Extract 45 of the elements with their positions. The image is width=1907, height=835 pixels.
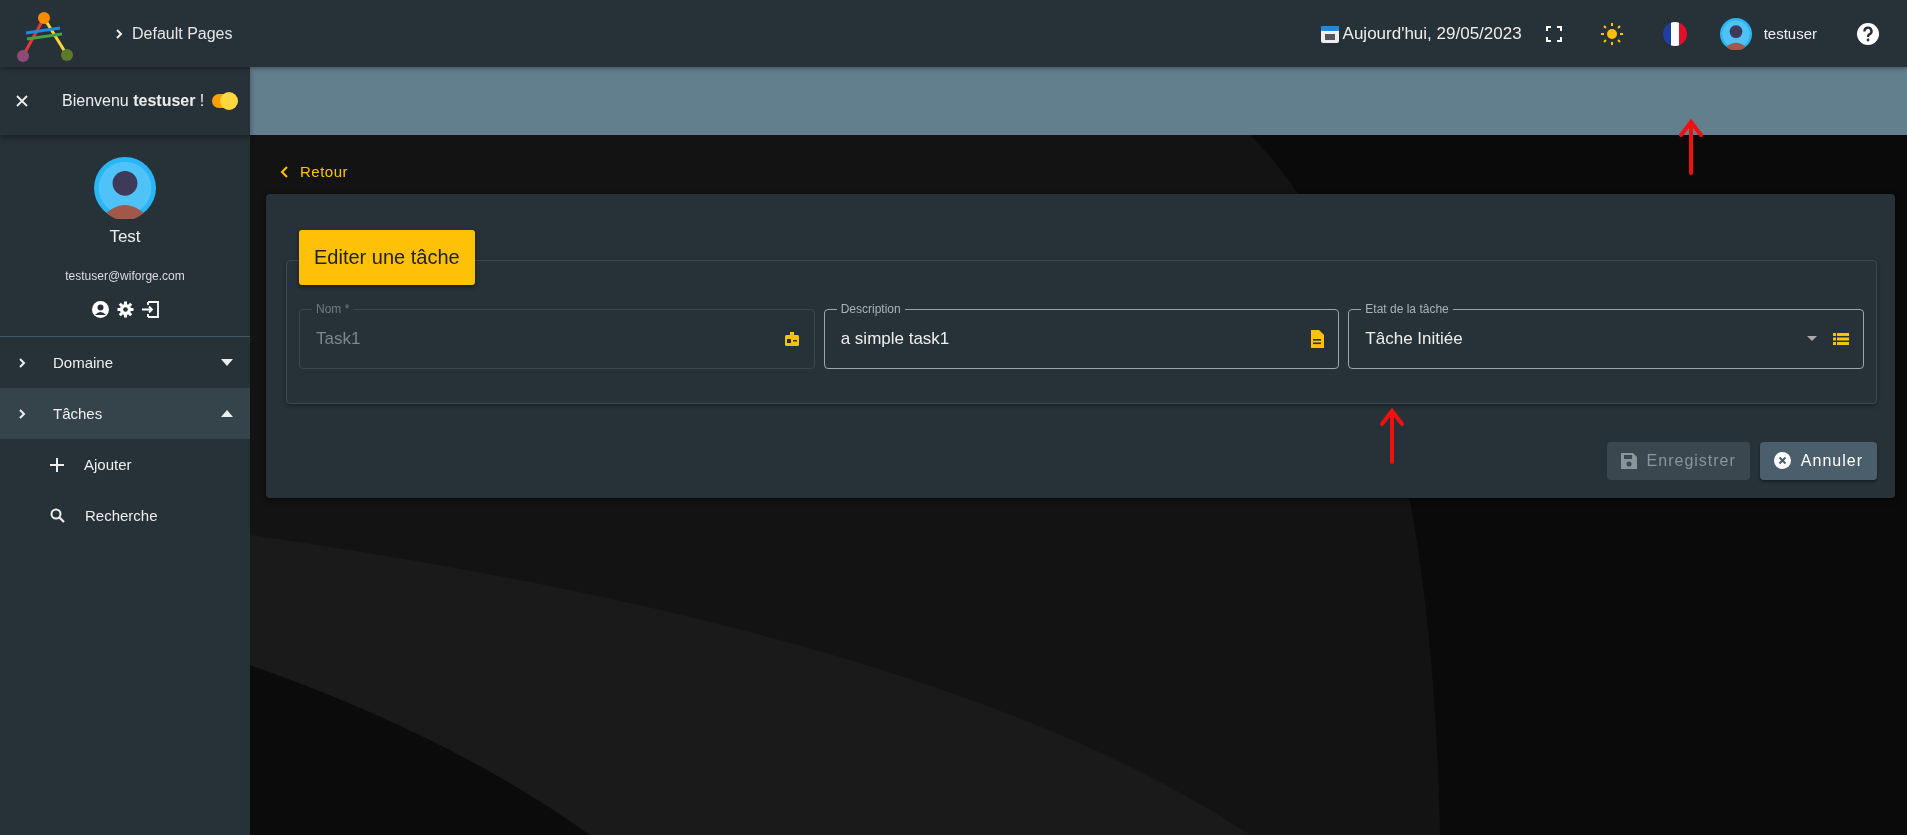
fullscreen-icon[interactable]: [1545, 25, 1562, 42]
annotation-arrow: [1379, 407, 1405, 464]
field-value: a simple task1: [840, 328, 951, 349]
close-icon: [1773, 452, 1791, 469]
field-value: Tâche Initiée: [1365, 328, 1464, 349]
plus-icon: [50, 457, 64, 472]
list-icon: [1833, 331, 1849, 346]
username[interactable]: testuser: [1763, 25, 1817, 42]
settings-icon[interactable]: [116, 301, 134, 318]
cancel-button[interactable]: Annuler: [1759, 441, 1877, 480]
profile-email: testuser@wiforge.com: [65, 269, 185, 283]
close-icon[interactable]: [16, 95, 28, 107]
field-label: Description: [836, 301, 905, 316]
avatar: [1719, 17, 1752, 50]
annotation-arrow: [1678, 119, 1704, 175]
profile-avatar: [94, 157, 156, 219]
logout-icon[interactable]: [141, 301, 159, 318]
welcome-text: Bienvenu testuser !: [62, 92, 206, 110]
sun-icon[interactable]: [1599, 21, 1624, 46]
id-card-icon: [783, 330, 800, 347]
caret-up-icon: [221, 410, 233, 417]
document-icon: [1310, 329, 1325, 348]
chevron-right-icon: [17, 356, 27, 369]
chevron-right-icon: [114, 27, 124, 40]
chevron-left-icon: [280, 165, 290, 178]
field-label: Etat de la tâche: [1361, 301, 1453, 316]
menu-item[interactable]: Tâches: [0, 388, 250, 439]
back-link[interactable]: Retour: [280, 163, 349, 180]
field-label: Nom *: [312, 301, 354, 316]
field-value: Task1: [316, 328, 362, 349]
profile-name: Test: [109, 227, 141, 247]
help-icon[interactable]: [1857, 22, 1879, 45]
flag-icon[interactable]: [1661, 20, 1688, 47]
chevron-right-icon: [17, 407, 27, 420]
date-text: Aujourd'hui, 29/05/2023: [1342, 23, 1522, 44]
calendar-icon: [1320, 24, 1339, 43]
menu-item[interactable]: Domaine: [0, 337, 250, 388]
form-title: Editer une tâche: [299, 229, 475, 285]
breadcrumb: Default Pages: [132, 24, 233, 43]
search-icon: [50, 508, 65, 523]
submenu-item[interactable]: Recherche: [0, 490, 250, 541]
submenu-item[interactable]: Ajouter: [0, 439, 250, 490]
dropdown-caret-icon: [1807, 336, 1817, 341]
caret-down-icon: [221, 359, 233, 366]
account-icon[interactable]: [91, 301, 109, 318]
